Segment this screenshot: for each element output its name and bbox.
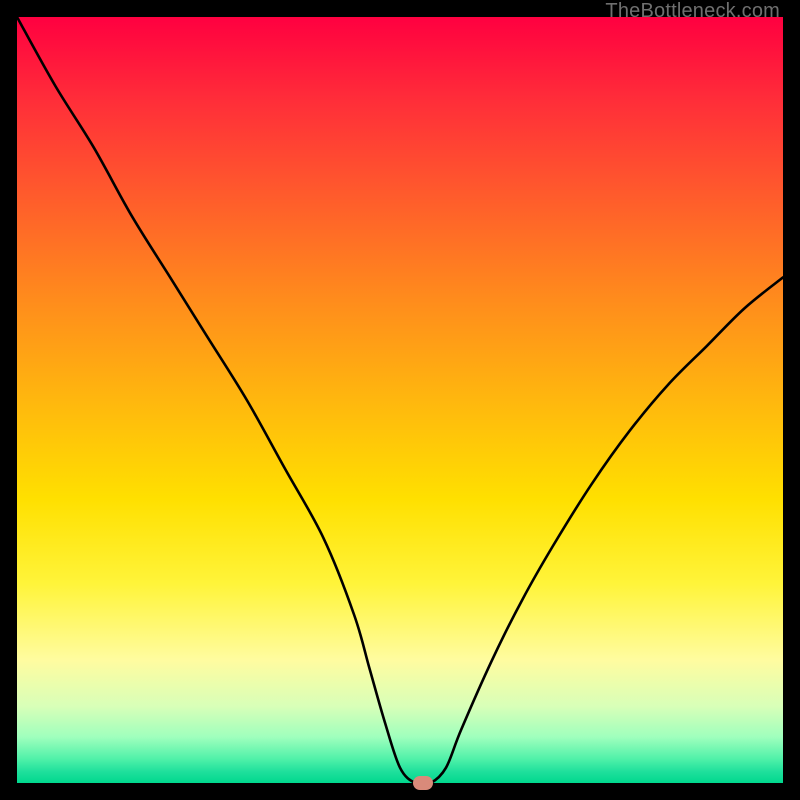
watermark-text: TheBottleneck.com — [605, 0, 780, 23]
optimum-marker — [413, 776, 433, 790]
bottleneck-curve-path — [17, 17, 783, 785]
chart-frame: TheBottleneck.com — [0, 0, 800, 800]
bottleneck-curve — [17, 17, 783, 783]
plot-area — [17, 17, 783, 783]
